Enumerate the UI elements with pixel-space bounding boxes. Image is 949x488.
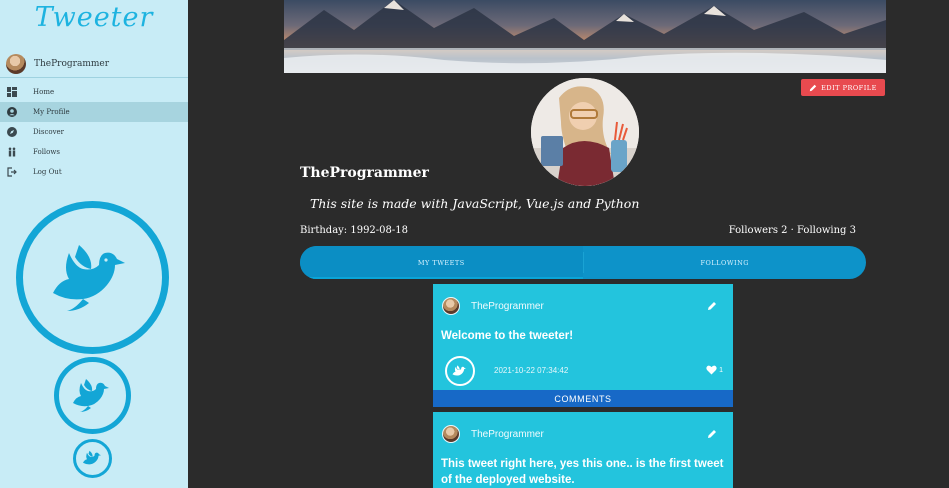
- tweet-header[interactable]: TheProgrammer: [442, 297, 544, 315]
- profile-birthday: Birthday: 1992-08-18: [300, 225, 409, 236]
- sidebar: Tweeter TheProgrammer Home My Profile Di…: [0, 0, 188, 488]
- tweet-card: TheProgrammer Welcome to the tweeter! 20…: [433, 284, 733, 390]
- bird-icon: [52, 244, 125, 311]
- sidebar-item-logout[interactable]: Log Out: [0, 162, 188, 182]
- mountain-image: [284, 0, 886, 73]
- avatar: [442, 297, 460, 315]
- sidebar-item-home[interactable]: Home: [0, 82, 188, 102]
- tweet-date: 2021-10-22 07:34:42: [494, 366, 569, 375]
- tab-my-tweets[interactable]: MY TWEETS: [300, 246, 583, 279]
- pencil-icon[interactable]: [707, 301, 717, 311]
- sidebar-item-label: Home: [33, 88, 55, 96]
- edit-profile-button[interactable]: EDIT PROFILE: [801, 79, 885, 96]
- profile-avatar: [531, 78, 639, 186]
- tweet-text: Welcome to the tweeter!: [441, 330, 574, 342]
- pencil-icon: [809, 84, 817, 91]
- edit-profile-label: EDIT PROFILE: [821, 83, 877, 92]
- like-count: 1: [719, 366, 723, 374]
- sidebar-user[interactable]: TheProgrammer: [0, 50, 188, 78]
- sidebar-item-label: Log Out: [33, 168, 62, 176]
- sidebar-item-my-profile[interactable]: My Profile: [0, 102, 188, 122]
- people-icon: [8, 147, 16, 157]
- bird-logo-small: [73, 439, 112, 478]
- like-button[interactable]: 1: [706, 365, 723, 375]
- logout-icon: [7, 167, 17, 177]
- profile-photo: [531, 78, 639, 186]
- bird-icon: [82, 450, 101, 464]
- bird-logo-large: [16, 201, 169, 354]
- sidebar-item-label: Follows: [33, 148, 60, 156]
- bird-icon: [452, 364, 466, 376]
- sidebar-nav: Home My Profile Discover Follows Log Out: [0, 82, 188, 182]
- tweet-card: TheProgrammer This tweet right here, yes…: [433, 412, 733, 488]
- sidebar-item-follows[interactable]: Follows: [0, 142, 188, 162]
- comments-button[interactable]: COMMENTS: [433, 390, 733, 407]
- avatar: [6, 53, 26, 74]
- sidebar-item-label: Discover: [33, 128, 65, 136]
- pencil-icon[interactable]: [707, 429, 717, 439]
- compass-icon: [7, 127, 17, 137]
- profile-banner: [284, 0, 886, 73]
- tab-following[interactable]: FOLLOWING: [584, 246, 867, 279]
- sidebar-item-discover[interactable]: Discover: [0, 122, 188, 142]
- bird-logo-medium: [54, 357, 131, 434]
- dashboard-icon: [7, 87, 17, 97]
- brand-logo[interactable]: Tweeter: [0, 2, 188, 33]
- sidebar-user-name: TheProgrammer: [34, 58, 110, 69]
- follow-stats[interactable]: Followers 2 · Following 3: [729, 225, 856, 236]
- bird-icon: [72, 379, 109, 412]
- heart-icon: [706, 365, 717, 375]
- tweet-author: TheProgrammer: [471, 428, 544, 440]
- tweet-header[interactable]: TheProgrammer: [442, 425, 544, 443]
- account-circle-icon: [7, 107, 17, 117]
- profile-bio: This site is made with JavaScript, Vue.j…: [310, 196, 640, 211]
- profile-name: TheProgrammer: [300, 165, 429, 181]
- sidebar-item-label: My Profile: [33, 108, 70, 116]
- tweet-logo: [445, 356, 475, 386]
- avatar: [442, 425, 460, 443]
- profile-tabs: MY TWEETS FOLLOWING: [300, 246, 866, 279]
- tweet-author: TheProgrammer: [471, 300, 544, 312]
- tweet-text: This tweet right here, yes this one.. is…: [441, 458, 724, 486]
